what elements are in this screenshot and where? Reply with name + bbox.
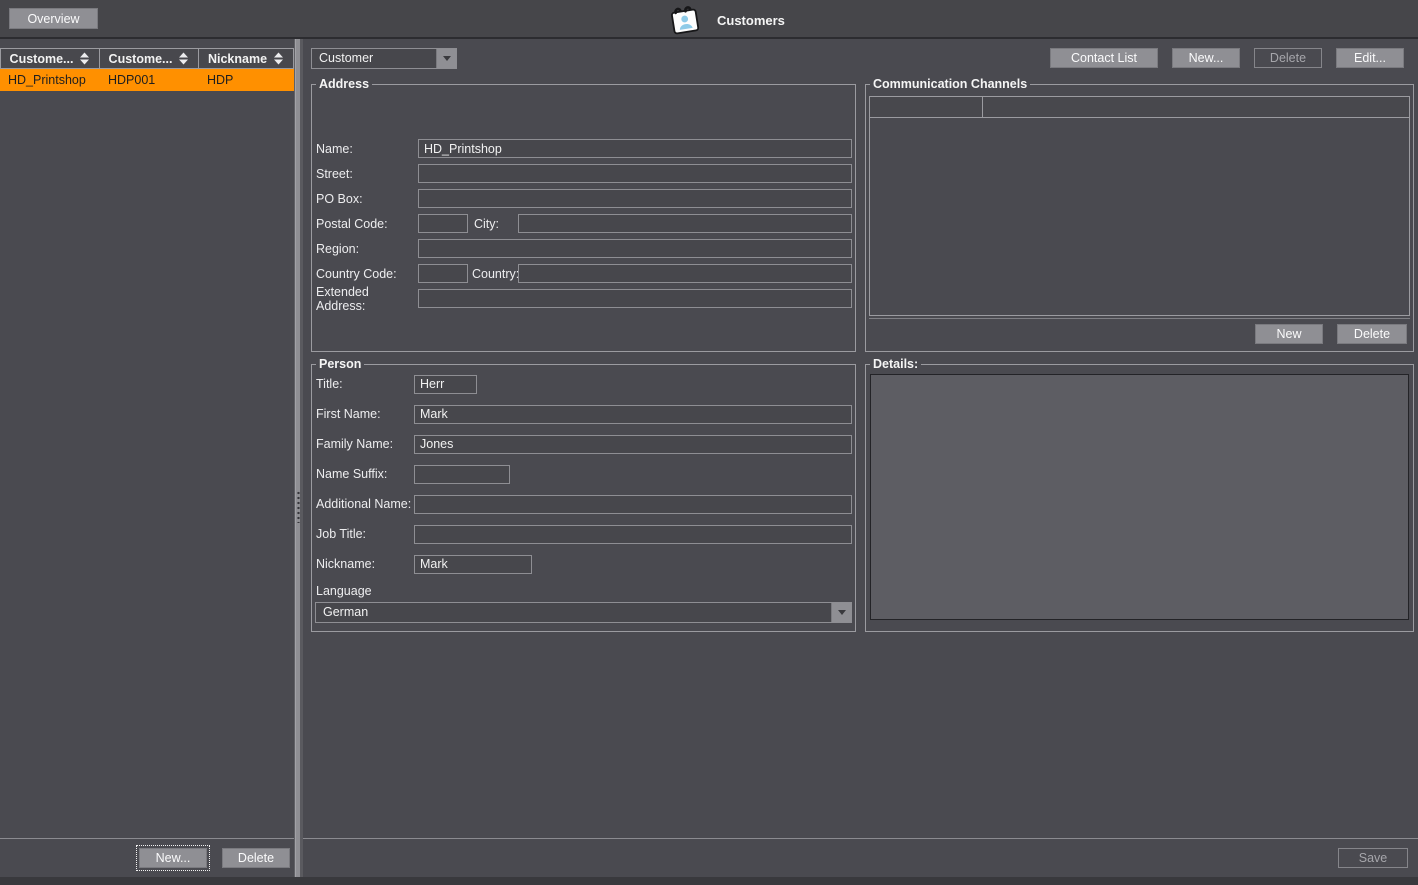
table-empty-space <box>0 91 294 838</box>
country-field[interactable] <box>518 264 852 283</box>
communication-channels-title: Communication Channels <box>870 77 1030 91</box>
page-title: Customers <box>717 13 785 28</box>
family-name-field[interactable] <box>414 435 852 454</box>
communication-channels-footer: New Delete <box>869 324 1410 344</box>
language-select[interactable]: German <box>315 602 852 623</box>
details-group-title: Details: <box>870 357 921 371</box>
first-name-label: First Name: <box>315 407 414 421</box>
panel-splitter[interactable] <box>294 39 303 877</box>
top-bar: Overview Customers <box>0 0 1418 39</box>
additional-name-field[interactable] <box>414 495 852 514</box>
customer-table-header: Custome... Custome... Nickname <box>0 48 294 69</box>
new-button[interactable]: New... <box>1172 48 1240 68</box>
customer-list-footer: New... Delete <box>0 838 294 877</box>
save-button[interactable]: Save <box>1338 848 1408 868</box>
cell-customer-id: HDP001 <box>100 69 199 91</box>
details-textarea[interactable] <box>870 374 1409 620</box>
channel-type-column-header[interactable] <box>870 97 983 117</box>
job-title-field[interactable] <box>414 525 852 544</box>
toolbar-buttons: Contact List New... Delete Edit... <box>1050 48 1414 70</box>
detail-footer: Save <box>303 838 1418 877</box>
name-field[interactable] <box>418 139 852 158</box>
country-code-label: Country Code: <box>315 267 418 281</box>
name-label: Name: <box>315 142 418 156</box>
title-field[interactable] <box>414 375 477 394</box>
cell-nickname: HDP <box>199 69 294 91</box>
edit-button[interactable]: Edit... <box>1336 48 1404 68</box>
content: Custome... Custome... Nickname HD_Prints… <box>0 39 1418 877</box>
job-title-label: Job Title: <box>315 527 414 541</box>
language-label: Language <box>316 584 852 598</box>
street-field[interactable] <box>418 164 852 183</box>
city-field[interactable] <box>518 214 852 233</box>
title-label: Title: <box>315 377 414 391</box>
window-bottom-edge <box>0 877 1418 885</box>
person-group-title: Person <box>316 357 364 371</box>
po-box-field[interactable] <box>418 189 852 208</box>
column-header-customer-name[interactable]: Custome... <box>0 49 100 69</box>
first-name-field[interactable] <box>414 405 852 424</box>
family-name-label: Family Name: <box>315 437 414 451</box>
communication-channels-table-body[interactable] <box>870 118 1409 315</box>
customers-icon <box>668 3 702 37</box>
name-suffix-field[interactable] <box>414 465 510 484</box>
communication-channels-group: Communication Channels New Delete <box>865 77 1414 352</box>
column-label: Custome... <box>10 52 74 66</box>
detail-toolbar: Customer Contact List New... Delete Edit… <box>311 48 1414 70</box>
address-group: Address Name: Street: PO Box: Postal <box>311 77 856 352</box>
country-label: Country: <box>471 267 518 281</box>
details-group: Details: <box>865 357 1414 632</box>
entity-type-select[interactable]: Customer <box>311 48 457 69</box>
region-field[interactable] <box>418 239 852 258</box>
chevron-down-icon[interactable] <box>436 49 456 68</box>
new-channel-button[interactable]: New <box>1255 324 1323 344</box>
column-label: Custome... <box>109 52 173 66</box>
nickname-label: Nickname: <box>315 557 414 571</box>
street-label: Street: <box>315 167 418 181</box>
communication-channels-table-header <box>870 97 1409 118</box>
person-group: Person Title: First Name: Family Name: <box>311 357 856 632</box>
sort-icon[interactable] <box>178 52 189 65</box>
delete-channel-button[interactable]: Delete <box>1337 324 1407 344</box>
delete-button[interactable]: Delete <box>1254 48 1322 68</box>
chevron-down-icon[interactable] <box>831 603 851 622</box>
nickname-field[interactable] <box>414 555 532 574</box>
additional-name-label: Additional Name: <box>315 497 414 511</box>
region-label: Region: <box>315 242 418 256</box>
column-label: Nickname <box>208 52 267 66</box>
table-row-selected[interactable]: HD_Printshop HDP001 HDP <box>0 69 294 91</box>
extended-address-label: Extended Address: <box>315 285 418 313</box>
postal-code-field[interactable] <box>418 214 468 233</box>
app-window: Overview Customers <box>0 0 1418 885</box>
cell-customer-name: HD_Printshop <box>0 69 100 91</box>
postal-code-label: Postal Code: <box>315 217 418 231</box>
column-header-nickname[interactable]: Nickname <box>199 49 294 69</box>
contact-list-button[interactable]: Contact List <box>1050 48 1158 68</box>
overview-button[interactable]: Overview <box>9 8 98 29</box>
divider <box>869 318 1410 319</box>
splitter-grip-icon <box>297 491 300 523</box>
form-groups: Address Name: Street: PO Box: Postal <box>311 77 1414 632</box>
extended-address-field[interactable] <box>418 289 852 308</box>
entity-type-value: Customer <box>312 49 436 68</box>
name-suffix-label: Name Suffix: <box>315 467 414 481</box>
customer-list-panel: Custome... Custome... Nickname HD_Prints… <box>0 39 294 877</box>
column-header-customer-id[interactable]: Custome... <box>100 49 199 69</box>
delete-customer-button[interactable]: Delete <box>222 848 290 868</box>
new-customer-button[interactable]: New... <box>139 848 207 868</box>
sort-icon[interactable] <box>79 52 90 65</box>
channel-value-column-header[interactable] <box>983 97 1409 117</box>
po-box-label: PO Box: <box>315 192 418 206</box>
address-group-title: Address <box>316 77 372 91</box>
city-label: City: <box>473 217 518 231</box>
sort-icon[interactable] <box>273 52 284 65</box>
country-code-field[interactable] <box>418 264 468 283</box>
customer-detail-panel: Customer Contact List New... Delete Edit… <box>303 39 1418 877</box>
communication-channels-table[interactable] <box>869 96 1410 316</box>
language-value: German <box>316 603 831 622</box>
title-area: Customers <box>668 3 785 37</box>
